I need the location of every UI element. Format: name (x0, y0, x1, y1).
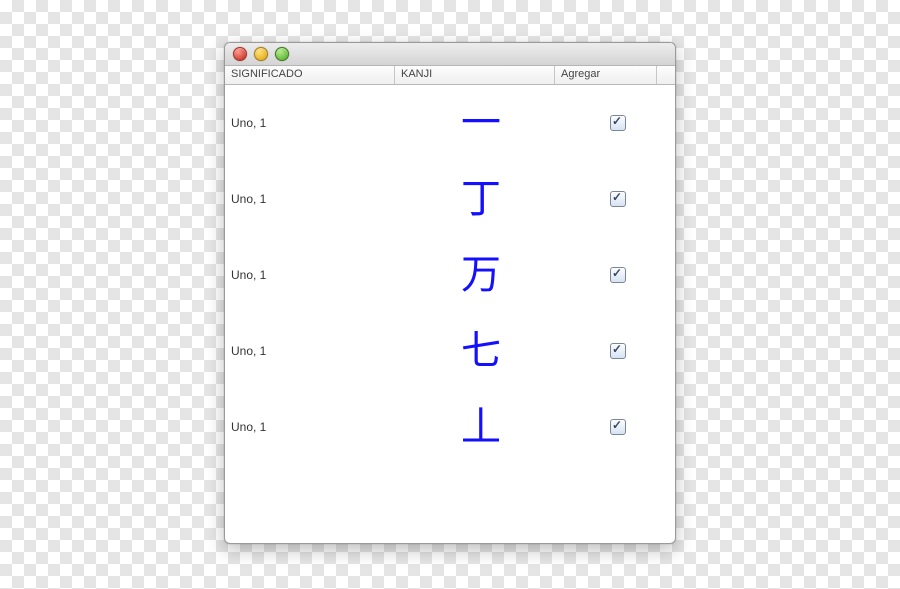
cell-significado: Uno, 1 (225, 268, 401, 282)
app-window: SIGNIFICADO KANJI Agregar Uno, 1 一 Uno, … (224, 42, 676, 544)
cell-agregar (561, 419, 675, 435)
cell-agregar (561, 343, 675, 359)
cell-kanji: 丁 (401, 179, 561, 219)
column-header-kanji[interactable]: KANJI (395, 66, 555, 84)
table-row: Uno, 1 万 (225, 237, 675, 313)
cell-kanji: 万 (401, 255, 561, 295)
close-icon[interactable] (233, 47, 247, 61)
agregar-checkbox[interactable] (610, 115, 626, 131)
cell-agregar (561, 267, 675, 283)
cell-agregar (561, 115, 675, 131)
cell-significado: Uno, 1 (225, 420, 401, 434)
cell-agregar (561, 191, 675, 207)
titlebar[interactable] (225, 43, 675, 66)
cell-significado: Uno, 1 (225, 192, 401, 206)
cell-significado: Uno, 1 (225, 344, 401, 358)
agregar-checkbox[interactable] (610, 343, 626, 359)
agregar-checkbox[interactable] (610, 191, 626, 207)
table-row: Uno, 1 七 (225, 313, 675, 389)
minimize-icon[interactable] (254, 47, 268, 61)
scrollbar-gutter (657, 66, 675, 84)
table-body: Uno, 1 一 Uno, 1 丁 Uno, 1 万 Uno, 1 七 (225, 85, 675, 544)
column-header-agregar[interactable]: Agregar (555, 66, 657, 84)
table-row: Uno, 1 丄 (225, 389, 675, 465)
table-row: Uno, 1 一 (225, 85, 675, 161)
table-header: SIGNIFICADO KANJI Agregar (225, 66, 675, 85)
cell-kanji: 一 (401, 103, 561, 143)
zoom-icon[interactable] (275, 47, 289, 61)
table-row: Uno, 1 丁 (225, 161, 675, 237)
agregar-checkbox[interactable] (610, 419, 626, 435)
cell-kanji: 七 (401, 331, 561, 371)
cell-kanji: 丄 (401, 407, 561, 447)
column-header-significado[interactable]: SIGNIFICADO (225, 66, 395, 84)
agregar-checkbox[interactable] (610, 267, 626, 283)
cell-significado: Uno, 1 (225, 116, 401, 130)
